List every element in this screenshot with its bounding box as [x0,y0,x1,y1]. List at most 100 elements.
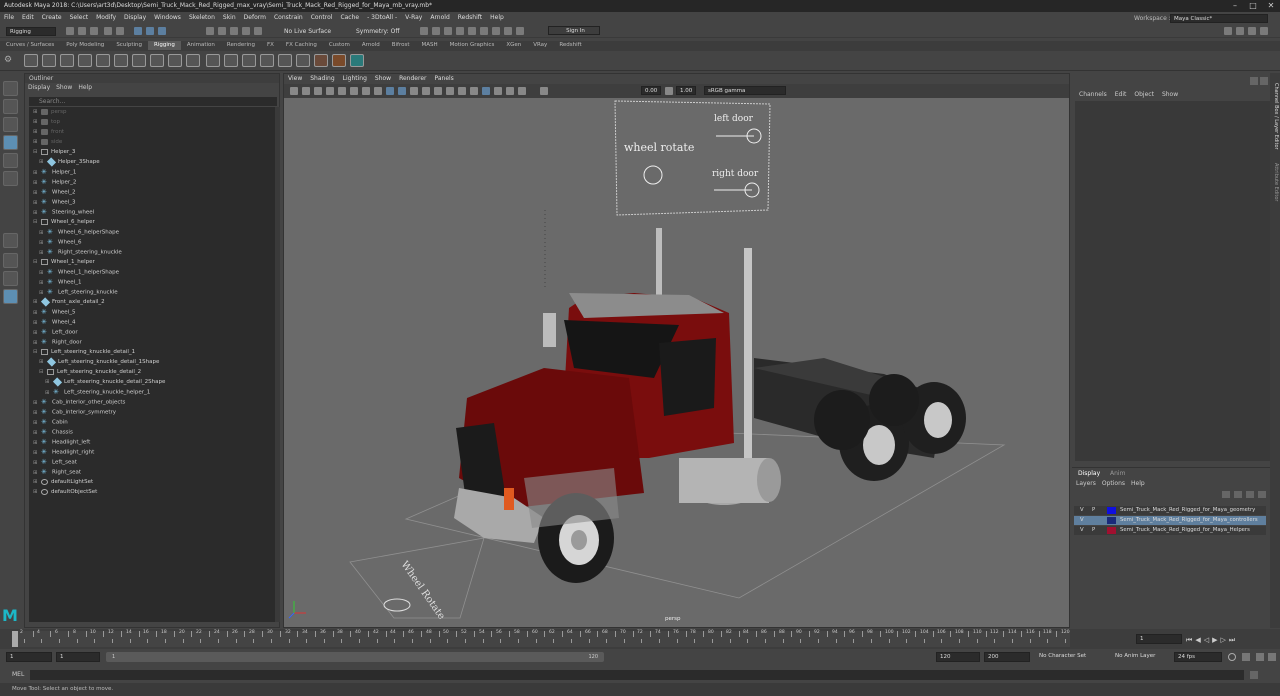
expand-icon[interactable]: ⊞ [33,338,41,348]
expand-icon[interactable]: ⊞ [39,248,47,258]
render-settings-icon[interactable] [444,27,452,35]
new-scene-icon[interactable] [66,27,74,35]
menu-redshift[interactable]: Redshift [454,12,486,24]
image-plane-icon[interactable] [314,87,322,95]
shelf-tab-rendering[interactable]: Rendering [221,41,261,50]
rotate-tool-icon[interactable] [3,153,18,168]
single-perspective-layout-icon[interactable] [3,233,18,248]
channel-box-side-tab[interactable]: Channel Box / Layer Editor [1271,83,1279,163]
motion-blur-icon[interactable] [458,87,466,95]
expand-icon[interactable]: ⊞ [39,228,47,238]
sign-in-button[interactable]: Sign In [548,26,600,35]
outliner-item[interactable]: ⊟ Helper_3 [29,147,275,157]
snap-view-icon[interactable] [242,27,250,35]
start-time-field[interactable]: 1 [6,652,52,662]
layer-up-icon[interactable] [1246,491,1254,498]
expand-icon[interactable]: ⊞ [39,278,47,288]
viewport-menu-panels[interactable]: Panels [430,74,457,84]
menu-v-ray[interactable]: V-Ray [401,12,426,24]
ground-control-circle[interactable] [383,598,411,612]
redshift-icon[interactable] [504,27,512,35]
expand-icon[interactable]: ⊞ [33,458,41,468]
expand-icon[interactable]: ⊞ [33,318,41,328]
menu-cache[interactable]: Cache [336,12,363,24]
playback-start-field[interactable]: 1 [56,652,100,662]
persp-outliner-layout-icon[interactable] [3,271,18,286]
shelf-tab-rigging[interactable]: Rigging [148,41,181,50]
render-icon[interactable] [420,27,428,35]
mel-label[interactable]: MEL [12,670,24,680]
hypershade-icon[interactable] [456,27,464,35]
vray-icon[interactable] [480,27,488,35]
menu-arnold[interactable]: Arnold [426,12,453,24]
snap-surface-icon[interactable] [254,27,262,35]
step-forward-icon[interactable]: ▷ [1220,636,1228,644]
layers-menu-options[interactable]: Options [1102,480,1125,487]
select-hierarchy-icon[interactable] [134,27,142,35]
outliner-item[interactable]: ⊞ ✳ Wheel_1_helperShape [29,267,275,277]
outliner-item[interactable]: ⊞ ✳ Headlight_left [29,437,275,447]
arnold-icon[interactable] [492,27,500,35]
outliner-item[interactable]: ⊞ defaultLightSet [29,477,275,487]
outliner-item[interactable]: ⊞ ✳ Headlight_right [29,447,275,457]
expand-icon[interactable]: ⊞ [39,357,47,367]
expand-icon[interactable]: ⊞ [33,208,41,218]
outliner-menu-show[interactable]: Show [53,83,75,93]
smooth-bind-icon[interactable] [96,54,110,67]
shelf-tab-fx[interactable]: FX [261,41,280,50]
expand-icon[interactable]: ⊞ [33,188,41,198]
expand-icon[interactable]: ⊞ [45,377,53,387]
expand-icon[interactable]: ⊞ [33,448,41,458]
go-end-icon[interactable]: ⏭ [1229,636,1238,644]
layer-color-swatch[interactable] [1107,507,1116,514]
viewport-panel[interactable]: View Shading Lighting Show Renderer Panels 0.… [283,73,1070,628]
outliner-item[interactable]: ⊞ ✳ Wheel_4 [29,317,275,327]
playback-controls[interactable]: ⏮◀◁▶▷⏭ [1186,636,1238,645]
ik-handle-icon[interactable] [42,54,56,67]
scene-canvas[interactable]: Wheel Rotate wheel rotate left door righ… [284,98,1070,628]
wheel-rotate-control[interactable] [643,165,663,185]
render-view-icon[interactable] [468,27,476,35]
shelf-tab-redshift[interactable]: Redshift [553,41,587,50]
shelf-tab-curves-surfaces[interactable]: Curves / Surfaces [0,41,60,50]
layer-visibility-toggle[interactable]: V [1080,516,1084,525]
menu-edit[interactable]: Edit [18,12,38,24]
textured-icon[interactable] [410,87,418,95]
outliner-item[interactable]: ⊟ Wheel_6_helper [29,217,275,227]
four-view-layout-icon[interactable] [3,253,18,268]
channel-box-icon[interactable] [1260,27,1268,35]
layers-menu-help[interactable]: Help [1131,480,1145,487]
tool-settings-icon[interactable] [1248,27,1256,35]
expand-icon[interactable]: ⊞ [39,157,47,167]
outliner-item[interactable]: ⊞ ✳ Steering_wheel [29,207,275,217]
menu-display[interactable]: Display [120,12,150,24]
layer-visibility-toggle[interactable]: V [1080,506,1084,515]
command-input[interactable] [30,670,1244,680]
shelf-tab-arnold[interactable]: Arnold [356,41,386,50]
expand-icon[interactable]: ⊞ [45,388,53,398]
snap-grid-icon[interactable] [206,27,214,35]
menu-control[interactable]: Control [307,12,337,24]
cluster-icon[interactable] [132,54,146,67]
outliner-item[interactable]: ⊞ ✳ Helper_2 [29,177,275,187]
ik-spline-icon[interactable] [60,54,74,67]
script-editor-icon[interactable] [1250,671,1258,679]
select-component-icon[interactable] [158,27,166,35]
orient-constraint-icon[interactable] [242,54,256,67]
close-icon[interactable]: ✕ [1262,0,1280,12]
wireframe-icon[interactable] [386,87,394,95]
blend-shape-icon[interactable] [186,54,200,67]
pole-vector-icon[interactable] [296,54,310,67]
viewport-menu-show[interactable]: Show [371,74,395,84]
shelf-tab-xgen[interactable]: XGen [500,41,527,50]
move-tool-icon[interactable] [3,135,18,150]
menu-help[interactable]: Help [486,12,508,24]
expand-icon[interactable]: ⊞ [33,107,41,117]
playback-end-field[interactable]: 120 [936,652,980,662]
play-back-icon[interactable]: ◁ [1204,636,1212,644]
live-surface-label[interactable]: No Live Surface [284,28,331,36]
shelf-tab-poly-modeling[interactable]: Poly Modeling [60,41,110,50]
expand-icon[interactable]: ⊞ [33,468,41,478]
step-back-icon[interactable]: ◀ [1195,636,1203,644]
shadows-icon[interactable] [434,87,442,95]
